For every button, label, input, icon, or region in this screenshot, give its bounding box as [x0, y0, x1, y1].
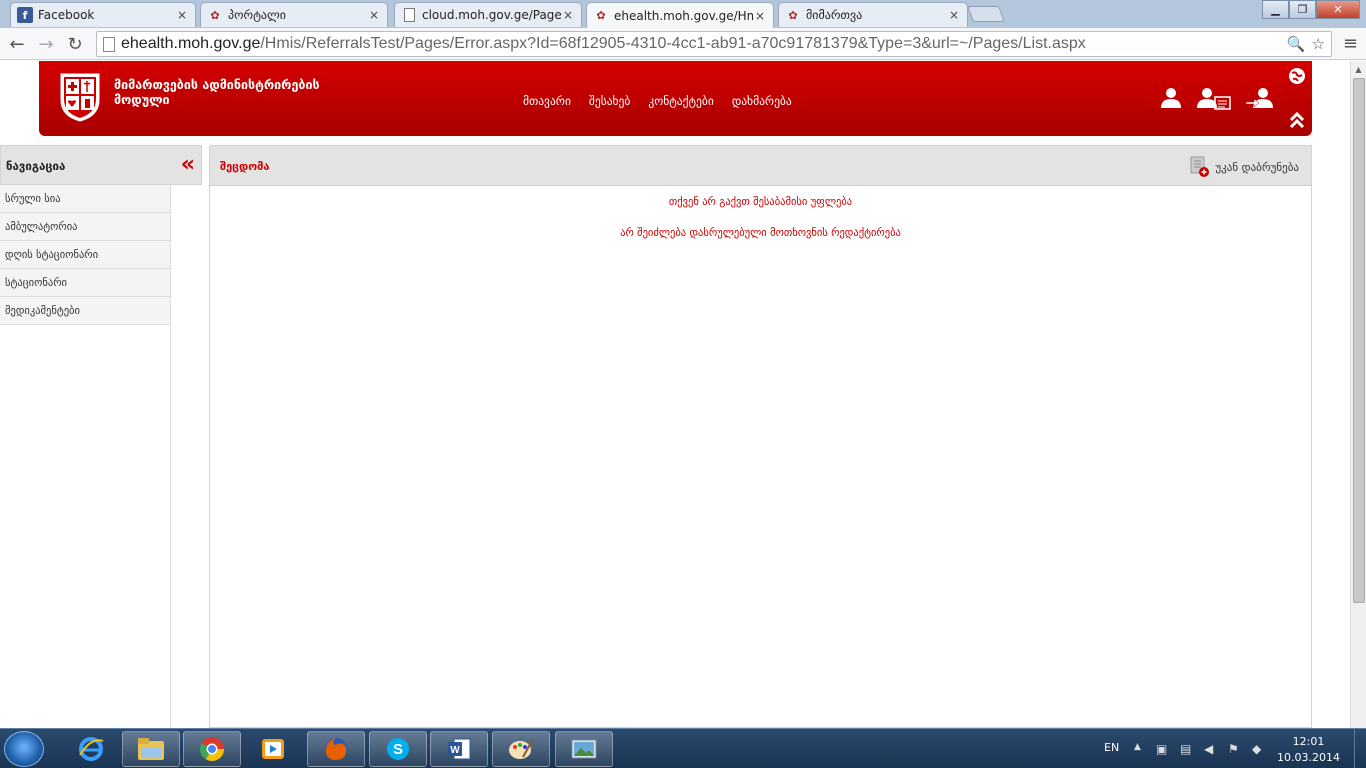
system-tray: EN ▲ ▣ ▤ ◀ ⚑ ◆ 12:01 10.03.2014 — [1100, 729, 1366, 768]
word-icon[interactable]: W — [430, 731, 488, 767]
scrollbar-thumb[interactable] — [1353, 78, 1365, 603]
page-icon — [401, 7, 417, 23]
reload-icon[interactable]: ↻ — [63, 32, 87, 56]
error-message: თქვენ არ გაქვთ შესაბამისი უფლება — [668, 196, 853, 208]
document-back-icon — [1190, 156, 1210, 177]
show-hidden-icons-icon[interactable]: ▲ — [1134, 742, 1141, 752]
navigation-panel-header: ნავიგაცია « — [0, 145, 202, 185]
close-tab-icon[interactable]: × — [947, 8, 961, 22]
tab-ehealth[interactable]: ✿ ehealth.moh.gov.ge/Hmis × — [586, 2, 774, 28]
content-panel: შეცდომა უკან დაბრუნება თქვენ არ გაქვთ შე… — [209, 145, 1312, 728]
usb-device-icon[interactable]: ▣ — [1156, 742, 1167, 756]
language-indicator[interactable]: EN — [1104, 741, 1119, 754]
collapse-double-chevron-icon[interactable]: « — [181, 154, 195, 176]
close-tab-icon[interactable]: × — [367, 8, 381, 22]
nav-about[interactable]: შესახებ — [589, 94, 630, 108]
sidebar-item-hospital[interactable]: სტაციონარი — [0, 269, 170, 297]
bookmark-star-icon[interactable]: ☆ — [1312, 35, 1325, 53]
minimize-icon[interactable]: ▁ — [1262, 0, 1289, 19]
tab-title: ehealth.moh.gov.ge/Hmis — [614, 8, 753, 23]
scroll-up-icon[interactable] — [1289, 110, 1305, 130]
windows-taskbar: S W EN ▲ ▣ ▤ ◀ ⚑ ◆ 12:01 10.03.2014 — [0, 728, 1366, 768]
go-back-label: უკან დაბრუნება — [1215, 160, 1299, 174]
sidebar-item-ambulatory[interactable]: ამბულატორია — [0, 213, 170, 241]
back-arrow-icon[interactable]: ← — [5, 32, 29, 56]
tab-facebook[interactable]: f Facebook × — [10, 2, 196, 27]
seal-icon: ✿ — [210, 8, 220, 22]
sidebar: სრული სია ამბულატორია დღის სტაციონარი სტ… — [0, 185, 171, 728]
error-title: შეცდომა — [220, 160, 270, 173]
url-path: /Hmis/ReferralsTest/Pages/Error.aspx?Id=… — [260, 35, 1086, 52]
close-tab-icon[interactable]: × — [561, 8, 575, 22]
restore-icon[interactable]: ❐ — [1289, 0, 1316, 19]
page-icon — [103, 36, 115, 52]
window-controls: ▁ ❐ ✕ — [1262, 0, 1360, 19]
error-message: არ შეიძლება დასრულებული მოთხოვნის რედაქტ… — [620, 227, 901, 239]
seal-icon: ✿ — [596, 9, 606, 22]
volume-muted-icon[interactable]: ◀ — [1204, 742, 1213, 756]
browser-tab-strip: f Facebook × ✿ პორტალი × cloud.moh.gov.g… — [0, 0, 1366, 28]
menu-icon[interactable]: ≡ — [1343, 33, 1358, 54]
sidebar-item-medications[interactable]: მედიკამენტები — [0, 297, 170, 325]
close-tab-icon[interactable]: × — [175, 8, 189, 22]
user-card-icon[interactable] — [1196, 87, 1232, 111]
content-header: შეცდომა უკან დაბრუნება — [210, 146, 1311, 186]
user-icon[interactable] — [1159, 87, 1183, 109]
coat-of-arms-logo — [60, 73, 100, 122]
scroll-up-arrow-icon[interactable]: ▲ — [1351, 61, 1366, 77]
browser-toolbar: ← → ↻ ehealth.moh.gov.ge/Hmis/ReferralsT… — [0, 28, 1366, 60]
tab-title: პორტალი — [228, 8, 287, 22]
sidebar-item-full-list[interactable]: სრული სია — [0, 185, 170, 213]
tab-portal[interactable]: ✿ პორტალი × — [200, 2, 388, 27]
url-text: ehealth.moh.gov.ge/Hmis/ReferralsTest/Pa… — [121, 35, 1086, 53]
start-button[interactable] — [4, 731, 44, 767]
nav-contacts[interactable]: კონტაქტები — [648, 94, 713, 108]
module-title: მიმართვების ადმინისტრირების მოდული — [114, 77, 320, 107]
media-player-icon[interactable] — [244, 731, 302, 767]
firefox-icon[interactable] — [307, 731, 365, 767]
tab-cloud[interactable]: cloud.moh.gov.ge/Pages/ × — [394, 2, 582, 27]
action-center-flag-icon[interactable]: ⚑ — [1228, 742, 1239, 756]
clock-time: 12:01 — [1292, 735, 1325, 748]
main-nav: მთავარი შესახებ კონტაქტები დახმარება — [523, 94, 792, 108]
logout-user-icon[interactable] — [1245, 87, 1275, 111]
tab-title: cloud.moh.gov.ge/Pages/ — [422, 8, 561, 22]
tab-title: მიმართვა — [806, 8, 863, 22]
explorer-icon[interactable] — [122, 731, 180, 767]
dropbox-icon[interactable]: ◆ — [1252, 742, 1261, 756]
tab-referral[interactable]: ✿ მიმართვა × — [778, 2, 968, 27]
nav-home[interactable]: მთავარი — [523, 94, 571, 108]
globe-icon[interactable] — [1288, 67, 1306, 85]
sidebar-item-day-hospital[interactable]: დღის სტაციონარი — [0, 241, 170, 269]
chrome-icon[interactable] — [183, 731, 241, 767]
photo-viewer-icon[interactable] — [555, 731, 613, 767]
show-desktop-button[interactable] — [1354, 729, 1366, 768]
site-header: მიმართვების ადმინისტრირების მოდული მთავა… — [39, 61, 1312, 136]
facebook-icon: f — [17, 7, 33, 23]
svg-text:S: S — [393, 741, 403, 758]
window-close-icon[interactable]: ✕ — [1316, 0, 1360, 19]
go-back-button[interactable]: უკან დაბრუნება — [1189, 156, 1299, 178]
address-bar[interactable]: ehealth.moh.gov.ge/Hmis/ReferralsTest/Pa… — [96, 31, 1332, 57]
nav-help[interactable]: დახმარება — [732, 94, 792, 108]
clock-date: 10.03.2014 — [1277, 751, 1340, 764]
svg-text:W: W — [450, 745, 460, 756]
ie-icon[interactable] — [62, 731, 120, 767]
tab-title: Facebook — [38, 8, 95, 22]
url-host: ehealth.moh.gov.ge — [121, 35, 261, 52]
navigation-title: ნავიგაცია — [6, 159, 66, 173]
new-tab-button[interactable] — [967, 6, 1005, 22]
zoom-icon[interactable]: 🔍 — [1287, 35, 1306, 53]
skype-icon[interactable]: S — [369, 731, 427, 767]
paint-icon[interactable] — [492, 731, 550, 767]
seal-icon: ✿ — [788, 8, 798, 22]
page-scrollbar[interactable]: ▲ — [1350, 61, 1366, 728]
clock[interactable]: 12:01 10.03.2014 — [1277, 734, 1340, 766]
network-icon[interactable]: ▤ — [1180, 742, 1191, 756]
forward-arrow-icon[interactable]: → — [34, 32, 58, 56]
close-tab-icon[interactable]: × — [753, 9, 767, 23]
